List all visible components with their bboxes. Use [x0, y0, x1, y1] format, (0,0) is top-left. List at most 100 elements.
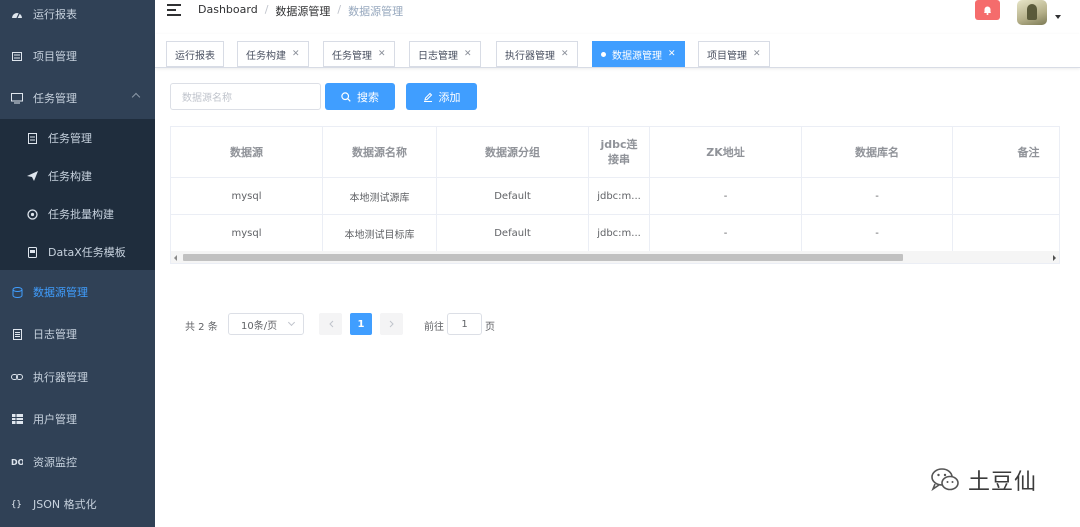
tag-label: 运行报表 — [175, 50, 215, 62]
notice-button[interactable] — [975, 0, 1000, 20]
settings-icon — [25, 207, 39, 221]
column-header[interactable]: 备注 — [953, 127, 1059, 177]
breadcrumb-separator: / — [264, 3, 269, 16]
close-icon[interactable]: ✕ — [378, 49, 386, 59]
watermark-text: 土豆仙 — [968, 470, 1038, 495]
tag-dashboard[interactable]: 运行报表 — [166, 41, 224, 67]
sidebar-item-tasks[interactable]: 任务管理 — [0, 77, 155, 119]
table-icon — [10, 412, 24, 426]
goto-unit-label: 页 — [485, 322, 495, 333]
submenu-item-batch-build[interactable]: 任务批量构建 — [0, 195, 155, 233]
sidebar-item-label: 资源监控 — [33, 456, 77, 469]
tag-datasource[interactable]: 数据源管理 ✕ — [592, 41, 685, 67]
task-submenu: 任务管理 任务构建 任务批量构建 DataX任务模板 — [0, 119, 155, 270]
tag-logs[interactable]: 日志管理 ✕ — [409, 41, 481, 67]
tag-label: 任务管理 — [332, 50, 372, 62]
add-button-label: 添加 — [438, 90, 461, 104]
column-header[interactable]: ZK地址 — [650, 127, 802, 177]
database-icon — [10, 285, 24, 299]
scroll-right-icon[interactable] — [1053, 255, 1056, 261]
table-cell: - — [650, 178, 802, 214]
table-cell: 本地测试目标库 — [323, 215, 437, 251]
chevron-down-icon — [287, 318, 296, 327]
breadcrumb-item[interactable]: Dashboard — [198, 3, 258, 19]
scroll-left-icon[interactable] — [174, 255, 177, 261]
table-row[interactable]: mysql 本地测试目标库 Default jdbc:m... - - — [171, 215, 1059, 252]
page-number-current[interactable]: 1 — [350, 313, 372, 335]
table-cell: Default — [437, 178, 589, 214]
column-header[interactable]: jdbc连接串 — [589, 127, 650, 177]
tag-task-build[interactable]: 任务构建 ✕ — [237, 41, 309, 67]
edit-icon — [423, 92, 432, 102]
hamburger-icon[interactable] — [167, 4, 181, 16]
table-cell: 本地测试源库 — [323, 178, 437, 214]
submenu-item-label: 任务构建 — [48, 170, 92, 183]
sidebar-item-executors[interactable]: 执行器管理 — [0, 356, 155, 398]
column-header[interactable]: 数据源分组 — [437, 127, 589, 177]
wechat-icon — [931, 468, 959, 492]
sidebar-item-label: 用户管理 — [33, 413, 77, 426]
sidebar-item-dashboard[interactable]: 运行报表 — [0, 0, 155, 35]
sidebar-item-label: 运行报表 — [33, 8, 77, 21]
sidebar-item-json-format[interactable]: {} JSON 格式化 — [0, 483, 155, 525]
page-size-value: 10条/页 — [241, 320, 278, 332]
horizontal-scrollbar[interactable] — [171, 251, 1059, 263]
tag-task-manage[interactable]: 任务管理 ✕ — [323, 41, 395, 67]
submenu-item-task-manage[interactable]: 任务管理 — [0, 119, 155, 157]
close-icon[interactable]: ✕ — [292, 49, 300, 59]
caret-down-icon[interactable] — [1055, 15, 1061, 19]
dashboard-icon — [10, 7, 24, 21]
submenu-item-datax-template[interactable]: DataX任务模板 — [0, 233, 155, 271]
table-cell: jdbc:m... — [589, 215, 650, 251]
submenu-item-task-build[interactable]: 任务构建 — [0, 157, 155, 195]
send-icon — [25, 169, 39, 183]
breadcrumb-current: 数据源管理 — [348, 5, 404, 18]
add-button[interactable]: 添加 — [406, 83, 477, 110]
sidebar-item-label: 项目管理 — [33, 50, 77, 63]
tags-view: 运行报表 任务构建 ✕ 任务管理 ✕ 日志管理 ✕ 执行器管理 ✕ 数据源管理 … — [155, 34, 1080, 68]
column-header[interactable]: 数据源名称 — [323, 127, 437, 177]
search-icon — [341, 91, 351, 102]
close-icon[interactable]: ✕ — [561, 49, 569, 59]
table-header-row: 数据源 数据源名称 数据源分组 jdbc连接串 ZK地址 数据库名 备注 — [171, 127, 1059, 178]
file-icon — [25, 131, 39, 145]
table-row[interactable]: mysql 本地测试源库 Default jdbc:m... - - — [171, 178, 1059, 215]
sidebar-item-monitoring[interactable]: DO 资源监控 — [0, 441, 155, 483]
watermark: 土豆仙 — [930, 464, 1037, 496]
template-icon — [25, 245, 39, 259]
breadcrumb-item[interactable]: 数据源管理 — [275, 3, 330, 19]
close-icon[interactable]: ✕ — [753, 49, 761, 59]
page-size-select[interactable]: 10条/页 — [228, 313, 304, 335]
tag-label: 执行器管理 — [505, 50, 555, 62]
sidebar-item-projects[interactable]: 项目管理 — [0, 35, 155, 77]
column-header[interactable]: 数据源 — [171, 127, 323, 177]
tag-projects[interactable]: 项目管理 ✕ — [698, 41, 770, 67]
tag-executors[interactable]: 执行器管理 ✕ — [496, 41, 578, 67]
document-icon — [10, 327, 24, 341]
tag-label: 数据源管理 — [612, 50, 662, 62]
link-icon — [10, 370, 24, 384]
sidebar-item-datasource[interactable]: 数据源管理 — [0, 271, 155, 313]
search-button[interactable]: 搜索 — [325, 83, 395, 110]
prev-page-button[interactable] — [319, 313, 342, 335]
scrollbar-thumb[interactable] — [183, 254, 903, 261]
chevron-left-icon — [328, 320, 333, 328]
braces-icon: {} — [10, 497, 24, 511]
chevron-up-icon — [131, 92, 141, 102]
sidebar-item-label: 任务管理 — [33, 92, 77, 105]
submenu-item-label: 任务批量构建 — [48, 208, 114, 221]
goto-page-input[interactable]: 1 — [447, 313, 482, 335]
next-page-button[interactable] — [380, 313, 403, 335]
close-icon[interactable]: ✕ — [668, 49, 676, 59]
datasource-name-input[interactable]: 数据源名称 — [170, 83, 321, 110]
monitor-eye-icon: DO — [10, 455, 24, 469]
close-icon[interactable]: ✕ — [464, 49, 472, 59]
table-cell: - — [650, 215, 802, 251]
sidebar-item-logs[interactable]: 日志管理 — [0, 313, 155, 355]
sidebar-item-label: 数据源管理 — [33, 286, 88, 299]
sidebar-item-users[interactable]: 用户管理 — [0, 398, 155, 440]
search-button-label: 搜索 — [357, 90, 379, 104]
column-header[interactable]: 数据库名 — [802, 127, 953, 177]
chevron-right-icon — [389, 320, 394, 328]
avatar[interactable] — [1017, 0, 1047, 25]
